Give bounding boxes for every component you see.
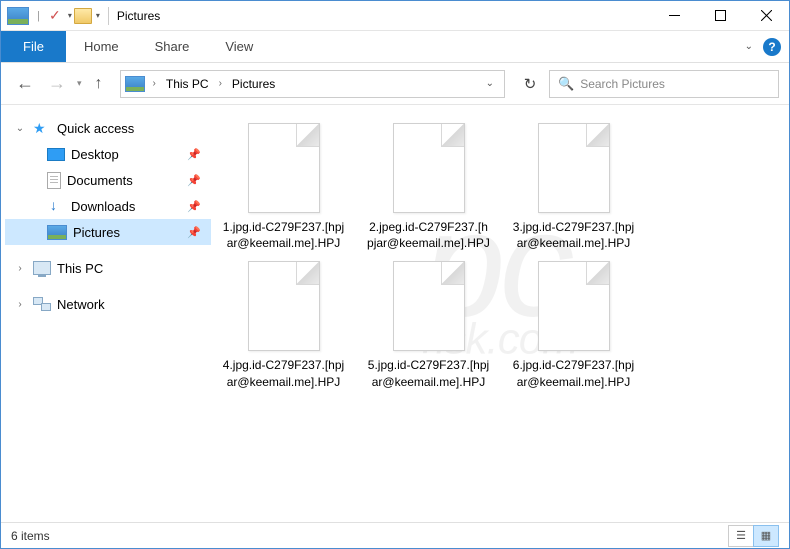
sidebar-item-label: This PC bbox=[57, 261, 103, 276]
ribbon-collapse-icon[interactable]: ⌄ bbox=[737, 37, 761, 56]
file-name: 4.jpg.id-C279F237.[hpjar@keemail.me].HPJ bbox=[221, 357, 346, 389]
history-caret-icon[interactable]: ▾ bbox=[77, 78, 82, 89]
search-input[interactable]: 🔍 Search Pictures bbox=[549, 70, 779, 98]
file-name: 1.jpg.id-C279F237.[hpjar@keemail.me].HPJ bbox=[221, 219, 346, 251]
sidebar-this-pc[interactable]: › This PC bbox=[5, 255, 211, 281]
file-icon bbox=[248, 123, 320, 213]
sidebar-item-downloads[interactable]: Downloads 📌 bbox=[5, 193, 211, 219]
sidebar-item-desktop[interactable]: Desktop 📌 bbox=[5, 141, 211, 167]
navbar: ← → ▾ ↑ › This PC › Pictures ⌄ ↻ 🔍 Searc… bbox=[1, 63, 789, 105]
file-icon bbox=[538, 123, 610, 213]
window-title: Pictures bbox=[117, 9, 160, 23]
network-icon bbox=[33, 297, 51, 311]
sidebar-quick-access[interactable]: ⌄ ★ Quick access bbox=[5, 115, 211, 141]
tab-share[interactable]: Share bbox=[137, 31, 208, 62]
tab-home[interactable]: Home bbox=[66, 31, 137, 62]
statusbar: 6 items ☰ ▦ bbox=[1, 522, 789, 548]
file-item[interactable]: 2.jpeg.id-C279F237.[hpjar@keemail.me].HP… bbox=[366, 123, 491, 251]
qat-caret-icon[interactable]: ▾ bbox=[68, 11, 72, 20]
pictures-icon bbox=[47, 225, 67, 240]
address-bar[interactable]: › This PC › Pictures ⌄ bbox=[120, 70, 505, 98]
file-name: 5.jpg.id-C279F237.[hpjar@keemail.me].HPJ bbox=[366, 357, 491, 389]
qat-customize-caret-icon[interactable]: ▾ bbox=[96, 11, 100, 20]
address-icon bbox=[125, 76, 145, 92]
titlebar: | ✓ ▾ ▾ Pictures bbox=[1, 1, 789, 31]
crumb-this-pc[interactable]: This PC bbox=[164, 77, 211, 91]
view-details-button[interactable]: ☰ bbox=[728, 525, 754, 547]
crumb-sep-root[interactable]: › bbox=[149, 78, 160, 89]
sidebar: ⌄ ★ Quick access Desktop 📌 Documents 📌 D… bbox=[1, 105, 211, 520]
minimize-button[interactable] bbox=[651, 1, 697, 30]
refresh-button[interactable]: ↻ bbox=[515, 75, 545, 93]
file-icon bbox=[393, 123, 465, 213]
sidebar-item-label: Downloads bbox=[71, 199, 135, 214]
sidebar-item-label: Pictures bbox=[73, 225, 120, 240]
file-item[interactable]: 1.jpg.id-C279F237.[hpjar@keemail.me].HPJ bbox=[221, 123, 346, 251]
file-name: 6.jpg.id-C279F237.[hpjar@keemail.me].HPJ bbox=[511, 357, 636, 389]
title-divider bbox=[108, 7, 109, 25]
file-item[interactable]: 4.jpg.id-C279F237.[hpjar@keemail.me].HPJ bbox=[221, 261, 346, 389]
ribbon: File Home Share View ⌄ ? bbox=[1, 31, 789, 63]
up-button[interactable]: ↑ bbox=[88, 75, 110, 93]
status-count: 6 items bbox=[11, 529, 50, 543]
file-item[interactable]: 6.jpg.id-C279F237.[hpjar@keemail.me].HPJ bbox=[511, 261, 636, 389]
sidebar-item-pictures[interactable]: Pictures 📌 bbox=[5, 219, 211, 245]
pin-icon: 📌 bbox=[187, 226, 201, 239]
file-name: 2.jpeg.id-C279F237.[hpjar@keemail.me].HP… bbox=[366, 219, 491, 251]
content-pane[interactable]: pcrisk.com 1.jpg.id-C279F237.[hpjar@keem… bbox=[211, 105, 789, 520]
document-icon bbox=[47, 172, 61, 189]
tab-view[interactable]: View bbox=[207, 31, 271, 62]
search-placeholder: Search Pictures bbox=[580, 77, 665, 91]
pin-icon: 📌 bbox=[187, 174, 201, 187]
close-button[interactable] bbox=[743, 1, 789, 30]
chevron-down-icon[interactable]: ⌄ bbox=[13, 123, 27, 134]
chevron-right-icon[interactable]: › bbox=[13, 263, 27, 274]
file-name: 3.jpg.id-C279F237.[hpjar@keemail.me].HPJ bbox=[511, 219, 636, 251]
tab-file[interactable]: File bbox=[1, 31, 66, 62]
sidebar-item-documents[interactable]: Documents 📌 bbox=[5, 167, 211, 193]
pc-icon bbox=[33, 261, 51, 275]
quick-access-toolbar: | ✓ ▾ ▾ bbox=[33, 7, 100, 25]
address-dropdown-icon[interactable]: ⌄ bbox=[480, 78, 500, 89]
back-button[interactable]: ← bbox=[11, 73, 39, 94]
forward-button[interactable]: → bbox=[43, 73, 71, 94]
qat-properties-icon[interactable]: ✓ bbox=[46, 7, 64, 25]
help-icon[interactable]: ? bbox=[763, 38, 781, 56]
qat-newfolder-icon[interactable] bbox=[74, 8, 92, 24]
file-item[interactable]: 5.jpg.id-C279F237.[hpjar@keemail.me].HPJ bbox=[366, 261, 491, 389]
file-item[interactable]: 3.jpg.id-C279F237.[hpjar@keemail.me].HPJ bbox=[511, 123, 636, 251]
chevron-right-icon[interactable]: › bbox=[13, 299, 27, 310]
crumb-sep-1: › bbox=[215, 78, 226, 89]
search-icon: 🔍 bbox=[558, 76, 574, 92]
crumb-pictures[interactable]: Pictures bbox=[230, 77, 277, 91]
file-icon bbox=[248, 261, 320, 351]
view-icons-button[interactable]: ▦ bbox=[753, 525, 779, 547]
sidebar-item-label: Desktop bbox=[71, 147, 119, 162]
file-icon bbox=[538, 261, 610, 351]
sidebar-item-label: Network bbox=[57, 297, 105, 312]
qat-separator: | bbox=[37, 10, 40, 22]
sidebar-item-label: Documents bbox=[67, 173, 133, 188]
download-icon bbox=[47, 199, 65, 213]
sidebar-network[interactable]: › Network bbox=[5, 291, 211, 317]
pin-icon: 📌 bbox=[187, 148, 201, 161]
maximize-button[interactable] bbox=[697, 1, 743, 30]
star-icon: ★ bbox=[33, 120, 51, 136]
pin-icon: 📌 bbox=[187, 200, 201, 213]
app-icon bbox=[7, 7, 29, 25]
sidebar-item-label: Quick access bbox=[57, 121, 134, 136]
desktop-icon bbox=[47, 148, 65, 161]
file-icon bbox=[393, 261, 465, 351]
